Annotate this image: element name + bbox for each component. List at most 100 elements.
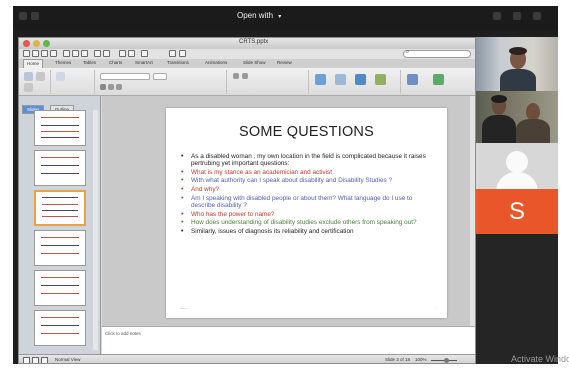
zoom-window-button[interactable] [43,40,50,47]
search-icon: ⌕ [406,49,410,55]
undo-icon[interactable] [94,50,101,57]
insert-group [311,70,401,94]
font-group [97,70,227,94]
bullets-icon[interactable] [233,73,239,79]
search-input[interactable]: ⌕ [403,49,471,58]
save-icon[interactable] [41,50,48,57]
slide-thumbnail[interactable] [34,150,86,186]
tab-slide-show[interactable]: Slide Show [243,60,266,65]
italic-icon[interactable] [108,84,114,90]
arrange-icon[interactable] [375,74,386,85]
redo-icon[interactable] [103,50,110,57]
bold-icon[interactable] [100,84,106,90]
print-icon[interactable] [493,12,501,20]
quick-styles-icon[interactable] [407,74,418,85]
normal-view-icon[interactable] [23,357,30,363]
slide-thumbnail[interactable] [34,270,86,306]
screen-share-frame: Open with ▾ CRTS.pptx ⌕ Home Themes Tabl… [13,6,558,364]
slide-thumbnail[interactable] [34,110,86,146]
participants-panel: S [476,37,558,364]
font-name-select[interactable] [100,73,150,80]
participant-initial: S [508,198,525,225]
chevron-down-icon: ▾ [278,14,282,20]
font-size-select[interactable] [153,73,167,80]
tab-review[interactable]: Review [277,60,292,65]
powerpoint-window: CRTS.pptx ⌕ Home Themes Tables Charts Sm… [18,37,476,364]
play-icon[interactable] [433,74,444,85]
paste-icon[interactable] [81,50,88,57]
insert-picture-icon[interactable] [141,50,148,57]
back-icon[interactable] [19,12,27,20]
print-icon[interactable] [50,50,57,57]
insert-table-icon[interactable] [119,50,126,57]
slide-bullet: Who has the power to name? [180,211,436,219]
copy-icon[interactable] [72,50,79,57]
slide-bullet: How does understanding of disability stu… [180,219,436,227]
tab-transitions[interactable]: Transitions [167,60,189,65]
shape-icon[interactable] [355,74,366,85]
slide-bullet: What is my stance as an academician and … [180,169,436,177]
slide-thumbnail-selected[interactable] [34,190,86,226]
notes-pane[interactable]: Click to add notes [102,326,475,354]
slide-bullet: With what authority can I speak about di… [180,177,436,185]
default-avatar-body [496,172,538,189]
slide-bullet: And why? [180,186,436,194]
tab-charts[interactable]: Charts [109,60,122,65]
default-avatar-icon [506,151,528,173]
new-icon[interactable] [23,50,30,57]
zoom-slider-handle[interactable] [444,358,449,363]
slide-bullet: Am I speaking with disabled people or ab… [180,195,436,210]
slide-bullet: Similarly, issues of diagnosis its relia… [180,228,436,236]
status-bar: Normal View Slide 3 of 18 100% [19,354,475,363]
slide-number: · [435,306,437,310]
zoom-level: 100% [415,357,427,362]
cut-icon[interactable] [63,50,70,57]
participant-shoulders [500,69,536,91]
close-window-button[interactable] [23,40,30,47]
slideshow-view-icon[interactable] [41,357,48,363]
new-slide-icon[interactable] [24,72,33,81]
slide-thumbnail[interactable] [34,230,86,266]
quick-access-toolbar: ⌕ [19,49,475,59]
more-options-icon[interactable] [533,12,541,20]
tab-themes[interactable]: Themes [55,60,71,65]
tab-smartart[interactable]: SmartArt [135,60,153,65]
reset-icon[interactable] [24,83,33,92]
format-group [403,70,473,94]
current-slide[interactable]: SOME QUESTIONS As a disabled woman , my … [166,108,447,318]
insert-chart-icon[interactable] [128,50,135,57]
participant-shoulders [482,115,516,143]
section-icon[interactable] [56,72,65,81]
slide-counter: Slide 3 of 18 [385,357,411,362]
participant-initial-tile[interactable]: S [476,189,558,234]
open-icon[interactable] [32,50,39,57]
participant-avatar-tile[interactable] [476,143,558,189]
zoom-icon[interactable] [169,50,176,57]
participant-video-tile[interactable] [476,91,558,143]
help-icon[interactable] [179,50,186,57]
tab-tables[interactable]: Tables [83,60,96,65]
viewer-top-bar: Open with ▾ [13,6,558,30]
picture-icon[interactable] [335,74,346,85]
layout-icon[interactable] [36,72,45,81]
clipboard-group [21,70,51,94]
menu-icon[interactable] [31,12,39,20]
activate-windows-watermark: Activate Windows [511,354,569,364]
participant-video-tile[interactable] [476,37,558,91]
slide-scrollbar[interactable] [470,96,475,326]
ribbon-tabs: Home Themes Tables Charts SmartArt Trans… [19,59,475,68]
minimize-window-button[interactable] [33,40,40,47]
download-icon[interactable] [513,12,521,20]
tab-home[interactable]: Home [23,59,44,68]
slide-title: SOME QUESTIONS [239,124,374,140]
numbering-icon[interactable] [242,73,248,79]
text-box-icon[interactable] [315,74,326,85]
slides-group [53,70,95,94]
thumbnail-scrollbar[interactable] [93,110,98,350]
slide-thumbnail[interactable] [34,310,86,346]
tab-animations[interactable]: Animations [205,60,227,65]
slide-sorter-icon[interactable] [32,357,39,363]
underline-icon[interactable] [116,84,122,90]
slide-footer: —— [180,306,187,310]
open-with-button[interactable]: Open with ▾ [237,11,281,20]
